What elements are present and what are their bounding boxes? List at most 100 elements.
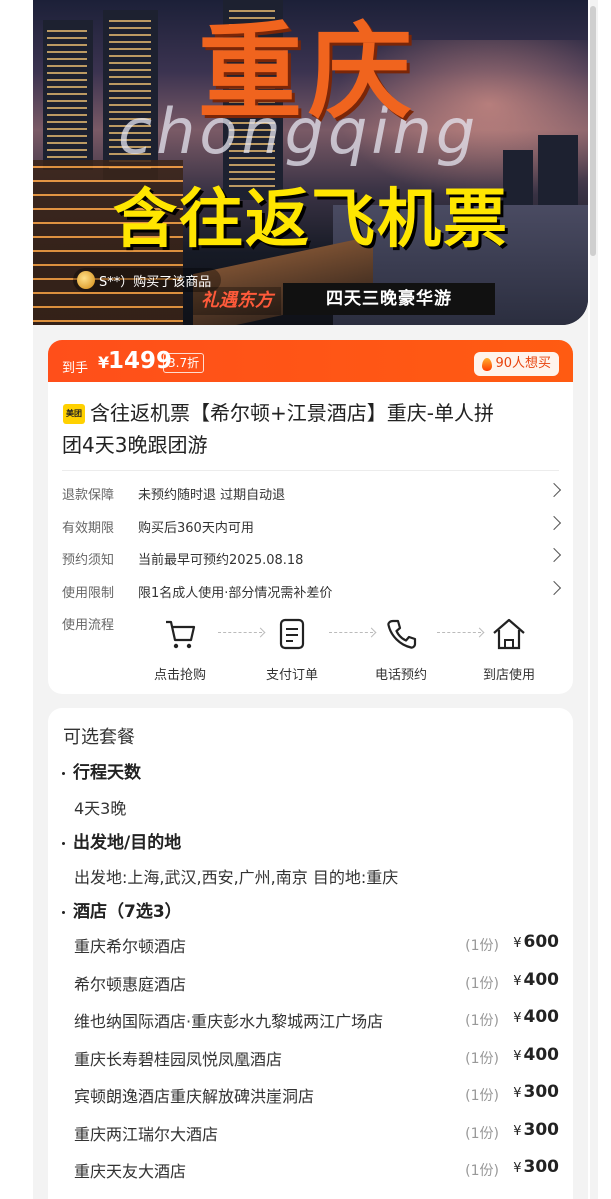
hotel-price-value: 400 [523,1045,560,1065]
currency-symbol: ¥ [513,1161,522,1176]
info-row-label: 有效期限 [62,521,115,536]
info-row-value: 未预约随时退 过期自动退 [138,488,286,503]
currency-symbol: ¥ [513,1011,522,1026]
hotel-price: ¥400 [513,970,559,990]
flow-step-call: 电话预约 [361,614,441,683]
hotel-row[interactable]: 希尔顿惠庭酒店 (1份) ¥400 [74,969,559,994]
hotel-price: ¥400 [513,1007,559,1027]
info-row-label: 预约须知 [62,553,115,568]
bullet-icon [62,910,65,914]
currency-symbol: ¥ [513,1124,522,1139]
section-label: 出发地/目的地 [73,833,182,853]
info-row-value: 当前最早可预约2025.08.18 [138,553,304,568]
hotel-price: ¥300 [513,1082,559,1102]
hotel-name: 重庆两江瑞尔大酒店 [74,1125,219,1144]
hotel-qty: (1份) [465,1051,499,1067]
hotel-qty: (1份) [465,1013,499,1029]
hero-title: 重庆 [198,10,419,133]
hotel-price-value: 300 [523,1120,560,1140]
section-route: 出发地/目的地 [62,828,181,853]
cart-icon [160,614,200,654]
flame-icon [482,357,493,371]
hero-banner: chongqing 重庆 含往返飞机票 S**）购买了该商品 礼遇东方 四天三晚… [33,0,588,325]
tour-tag: 四天三晚豪华游 [283,283,495,315]
info-row-validity[interactable]: 有效期限 购买后360天内可用 [62,515,562,537]
currency-symbol: ¥ [513,1086,522,1101]
divider [62,470,559,471]
info-row-refund[interactable]: 退款保障 未预约随时退 过期自动退 [62,482,562,504]
home-icon [489,614,529,654]
hotel-name: 重庆希尔顿酒店 [74,937,187,956]
bullet-icon [62,841,65,845]
product-title-line2: 团4天3晚跟团游 [62,433,208,457]
phone-icon [381,614,421,654]
flow-step-label: 电话预约 [374,668,427,683]
hotel-row[interactable]: 重庆两江瑞尔大酒店 (1份) ¥300 [74,1119,559,1144]
hotel-row[interactable]: 重庆希尔顿酒店 (1份) ¥600 [74,931,559,956]
hotel-qty: (1份) [465,976,499,992]
hotel-name: 宾顿朗逸酒店重庆解放碑洪崖洞店 [74,1087,315,1106]
section-label: 酒店（7选3） [73,902,182,922]
info-row-restriction[interactable]: 使用限制 限1名成人使用·部分情况需补差价 [62,580,562,602]
flow-step-visit: 到店使用 [469,614,549,683]
hotel-qty: (1份) [465,938,499,954]
info-row-value: 限1名成人使用·部分情况需补差价 [138,586,333,601]
chevron-right-icon[interactable] [546,482,562,498]
days-value: 4天3晚 [74,799,127,818]
hotel-price: ¥400 [513,1045,559,1065]
product-title-line1: 含往返机票【希尔顿+江景酒店】重庆-单人拼 [90,401,494,425]
buyer-avatar [77,271,95,289]
chevron-right-icon[interactable] [546,547,562,563]
hotel-price-value: 400 [523,1007,560,1027]
hotel-row[interactable]: 重庆天友大酒店 (1份) ¥300 [74,1156,559,1181]
flow-step-pay: 支付订单 [252,614,332,683]
hotel-qty: (1份) [465,1126,499,1142]
want-count-badge: 90人想买 [474,352,559,376]
info-row-label: 退款保障 [62,488,115,503]
chevron-right-icon[interactable] [546,580,562,596]
hotel-row[interactable]: 重庆长寿碧桂园凤悦凤凰酒店 (1份) ¥400 [74,1044,559,1069]
want-count: 90人想买 [495,356,551,371]
chevron-right-icon[interactable] [546,515,562,531]
info-row-value: 购买后360天内可用 [138,521,254,536]
building-lights [47,30,87,160]
hero-headline: 含往返飞机票 [113,183,509,257]
currency-symbol: ¥ [513,936,522,951]
document-icon [272,614,312,654]
flow-step-label: 点击抢购 [153,668,206,683]
section-days: 行程天数 [62,758,141,783]
info-row-booking[interactable]: 预约须知 当前最早可预约2025.08.18 [62,547,562,569]
hotel-price-value: 300 [523,1082,560,1102]
hotel-qty: (1份) [465,1088,499,1104]
section-hotel: 酒店（7选3） [62,897,182,922]
discount-badge: 3.7折 [163,353,205,373]
flow-step-label: 到店使用 [482,668,535,683]
building [538,135,578,210]
flow-step-buy: 点击抢购 [140,614,220,683]
product-info-card: 美团 含往返机票【希尔顿+江景酒店】重庆-单人拼 团4天3晚跟团游 退款保障 未… [48,382,573,694]
hotel-price-value: 300 [523,1157,560,1177]
hotel-name: 维也纳国际酒店·重庆彭水九黎城两江广场店 [74,1012,384,1031]
meituan-badge: 美团 [63,404,85,424]
hotel-price-value: 600 [523,932,560,952]
hotel-price: ¥600 [513,932,559,952]
package-card: 可选套餐 行程天数 4天3晚 出发地/目的地 出发地:上海,武汉,西安,广州,南… [48,708,573,1199]
section-label: 行程天数 [73,763,141,783]
hotel-row[interactable]: 维也纳国际酒店·重庆彭水九黎城两江广场店 (1份) ¥400 [74,1006,559,1031]
info-row-label: 使用限制 [62,586,115,601]
hotel-price-value: 400 [523,970,560,990]
product-title: 含往返机票【希尔顿+江景酒店】重庆-单人拼 团4天3晚跟团游 [62,397,560,461]
brand-tag: 礼遇东方 [193,287,281,315]
hotel-name: 重庆天友大酒店 [74,1162,187,1181]
hotel-price: ¥300 [513,1157,559,1177]
flow-label: 使用流程 [62,618,115,633]
hotel-price: ¥300 [513,1120,559,1140]
package-title: 可选套餐 [63,727,135,748]
hotel-name: 希尔顿惠庭酒店 [74,975,187,994]
currency-symbol: ¥ [513,1049,522,1064]
price-bar: 到手 ¥ 1499 3.7折 90人想买 [48,340,573,388]
currency-symbol: ¥ [513,974,522,989]
price-prefix: 到手 [62,361,89,376]
scrollbar-thumb[interactable] [590,6,596,256]
hotel-row[interactable]: 宾顿朗逸酒店重庆解放碑洪崖洞店 (1份) ¥300 [74,1081,559,1106]
